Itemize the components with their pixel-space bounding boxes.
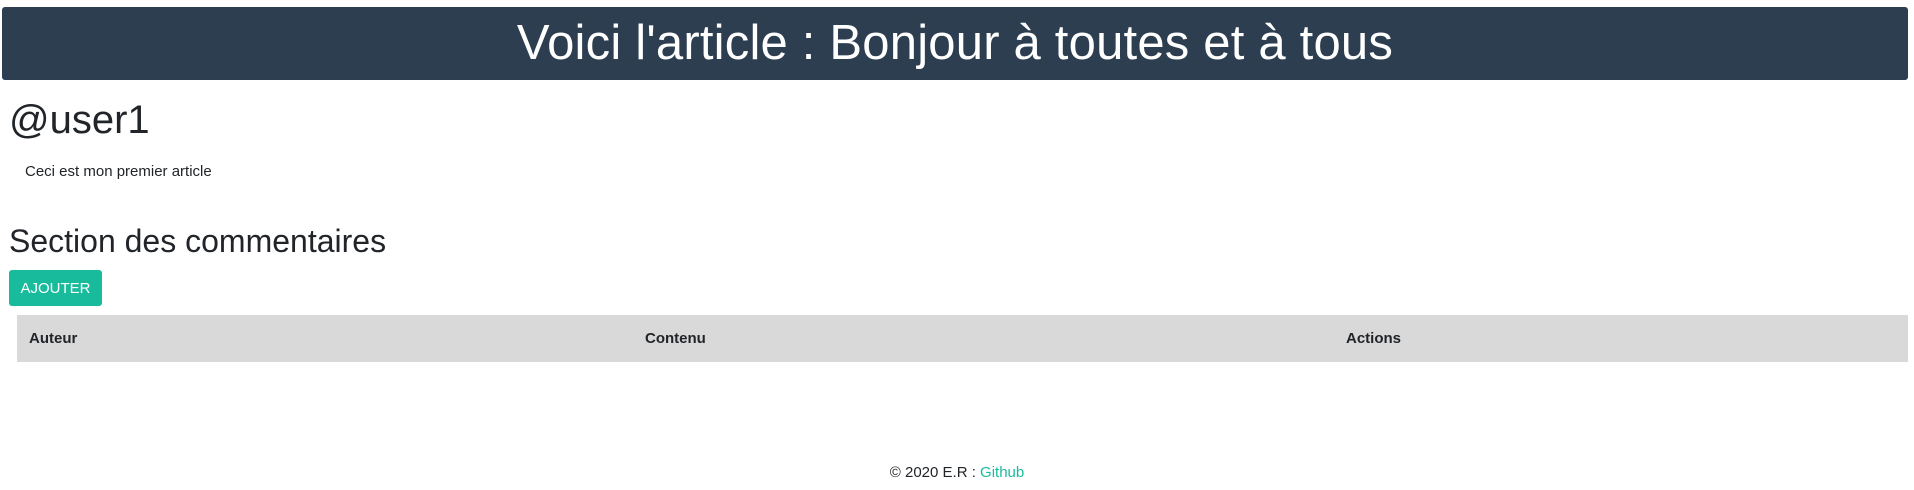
footer-copyright: © 2020 E.R : [889, 464, 981, 481]
article-author: @user1 [9, 98, 150, 142]
column-header-author: Auteur [29, 330, 78, 347]
table-header-row: Auteur Contenu Actions [17, 315, 1908, 362]
article-header: Voici l'article : Bonjour à toutes et à … [2, 7, 1908, 80]
column-header-actions: Actions [1346, 330, 1402, 347]
comments-section-heading: Section des commentaires [9, 223, 387, 259]
comments-table: Auteur Contenu Actions [17, 315, 1908, 362]
page-title: Voici l'article : Bonjour à toutes et à … [516, 16, 1394, 70]
article-content: Ceci est mon premier article [25, 163, 212, 180]
footer: © 2020 E.R : Github [0, 464, 1914, 481]
add-comment-button[interactable]: AJOUTER [9, 270, 102, 306]
github-link[interactable]: Github [980, 464, 1024, 481]
page: Voici l'article : Bonjour à toutes et à … [0, 0, 1914, 490]
column-header-content: Contenu [645, 330, 706, 347]
